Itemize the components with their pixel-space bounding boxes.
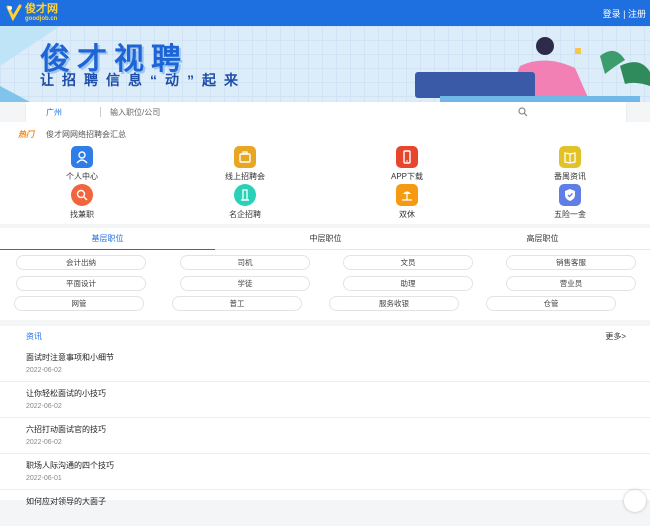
notice-text[interactable]: 俊才网网络招聘会汇总 <box>46 129 126 140</box>
login-link[interactable]: 登录 <box>603 9 621 19</box>
quick-link-label: 个人中心 <box>66 172 98 181</box>
quick-link-label: 双休 <box>399 210 415 219</box>
job-tag[interactable]: 网管 <box>14 296 144 311</box>
job-tag[interactable]: 会计出纳 <box>16 255 146 270</box>
news-item-title[interactable]: 如何应对领导的大面子 <box>26 496 106 507</box>
job-tag-grid: 会计出纳 司机 文员 销售客服 平面设计 学徒 助理 营业员 网管 普工 服务收… <box>0 250 650 320</box>
building-icon <box>234 184 256 206</box>
banner-subtitle: 让招聘信息“动”起来 <box>40 72 246 88</box>
quick-link-famous-companies[interactable]: 名企招聘 <box>205 184 285 220</box>
news-item-title[interactable]: 让你轻松面试的小技巧 <box>26 388 106 399</box>
beach-icon <box>396 184 418 206</box>
news-item-title[interactable]: 职场人际沟通的四个技巧 <box>26 460 114 471</box>
quick-link-panyu-news[interactable]: 番禺资讯 <box>530 146 610 182</box>
quick-link-label: 番禺资讯 <box>554 172 586 181</box>
search-divider <box>100 107 101 117</box>
job-tag[interactable]: 文员 <box>343 255 473 270</box>
quick-link-label: 找兼职 <box>70 210 94 219</box>
news-item[interactable]: 面试时注意事项和小细节 2022-06-02 <box>0 346 650 382</box>
quick-link-label: 线上招聘会 <box>225 172 265 181</box>
quick-link-app-download[interactable]: APP下载 <box>367 146 447 182</box>
logo-text: 俊才网 <box>25 3 58 15</box>
quick-link-weekends-off[interactable]: 双休 <box>367 184 447 220</box>
job-tag[interactable]: 营业员 <box>506 276 636 291</box>
job-level-tabs: 基层职位 中层职位 高层职位 <box>0 228 650 250</box>
auth-links: 登录 | 注册 <box>603 7 646 20</box>
search-person-icon <box>71 184 93 206</box>
news-item[interactable]: 让你轻松面试的小技巧 2022-06-02 <box>0 382 650 418</box>
register-link[interactable]: 注册 <box>628 9 646 19</box>
top-bar: 俊才网 goodjob.cn 登录 | 注册 <box>0 0 650 26</box>
tab-senior-level[interactable]: 高层职位 <box>435 228 650 250</box>
news-item[interactable]: 职场人际沟通的四个技巧 2022-06-01 <box>0 454 650 490</box>
quick-links-panel: 热门 俊才网网络招聘会汇总 个人中心 线上招聘会 APP下载 番禺资讯 找兼职 <box>0 122 650 224</box>
hot-badge: 热门 <box>18 129 34 139</box>
promo-banner[interactable]: 俊才视聘 让招聘信息“动”起来 <box>0 26 650 102</box>
auth-divider: | <box>623 9 626 19</box>
news-title: 资讯 <box>26 332 42 341</box>
job-tag[interactable]: 学徒 <box>180 276 310 291</box>
news-item-date: 2022-06-02 <box>26 367 62 374</box>
news-item[interactable]: 六招打动面试官的技巧 2022-06-02 <box>0 418 650 454</box>
quick-link-label: 五险一金 <box>554 210 586 219</box>
city-selector[interactable]: 广州 <box>46 107 62 118</box>
news-item-title[interactable]: 面试时注意事项和小细节 <box>26 352 114 363</box>
quick-link-personal-center[interactable]: 个人中心 <box>42 146 122 182</box>
shield-icon <box>559 184 581 206</box>
user-icon <box>71 146 93 168</box>
job-tag[interactable]: 仓管 <box>486 296 616 311</box>
briefcase-icon <box>234 146 256 168</box>
quick-link-online-fair[interactable]: 线上招聘会 <box>205 146 285 182</box>
news-item-date: 2022-06-02 <box>26 403 62 410</box>
job-tag[interactable]: 平面设计 <box>16 276 146 291</box>
news-more-link[interactable]: 更多> <box>605 331 626 342</box>
search-bar: 广州 <box>26 102 626 122</box>
news-item-date: 2022-06-01 <box>26 475 62 482</box>
quick-link-label: 名企招聘 <box>229 210 261 219</box>
job-tag[interactable]: 销售客服 <box>506 255 636 270</box>
news-item[interactable]: 如何应对领导的大面子 <box>0 490 650 526</box>
job-tag[interactable]: 助理 <box>343 276 473 291</box>
tab-entry-level[interactable]: 基层职位 <box>0 228 215 250</box>
search-input[interactable] <box>110 105 490 119</box>
job-tag[interactable]: 司机 <box>180 255 310 270</box>
site-logo[interactable]: 俊才网 goodjob.cn <box>6 3 58 23</box>
news-header: 资讯 更多> <box>0 326 650 344</box>
notice-bar[interactable]: 热门 俊才网网络招聘会汇总 <box>18 128 126 140</box>
back-to-top-button[interactable] <box>624 490 646 512</box>
news-item-title[interactable]: 六招打动面试官的技巧 <box>26 424 106 435</box>
tab-mid-level[interactable]: 中层职位 <box>218 228 433 250</box>
news-section: 资讯 更多> 面试时注意事项和小细节 2022-06-02 让你轻松面试的小技巧… <box>0 326 650 506</box>
quick-link-insurance[interactable]: 五险一金 <box>530 184 610 220</box>
search-icon[interactable] <box>518 107 528 117</box>
job-tag[interactable]: 服务收银 <box>329 296 459 311</box>
quick-link-part-time[interactable]: 找兼职 <box>42 184 122 220</box>
job-tag[interactable]: 普工 <box>172 296 302 311</box>
quick-link-label: APP下载 <box>390 172 423 181</box>
logo-domain: goodjob.cn <box>25 16 58 22</box>
book-icon <box>559 146 581 168</box>
logo-mark-icon <box>6 4 22 22</box>
news-item-date: 2022-06-02 <box>26 439 62 446</box>
phone-icon <box>396 146 418 168</box>
